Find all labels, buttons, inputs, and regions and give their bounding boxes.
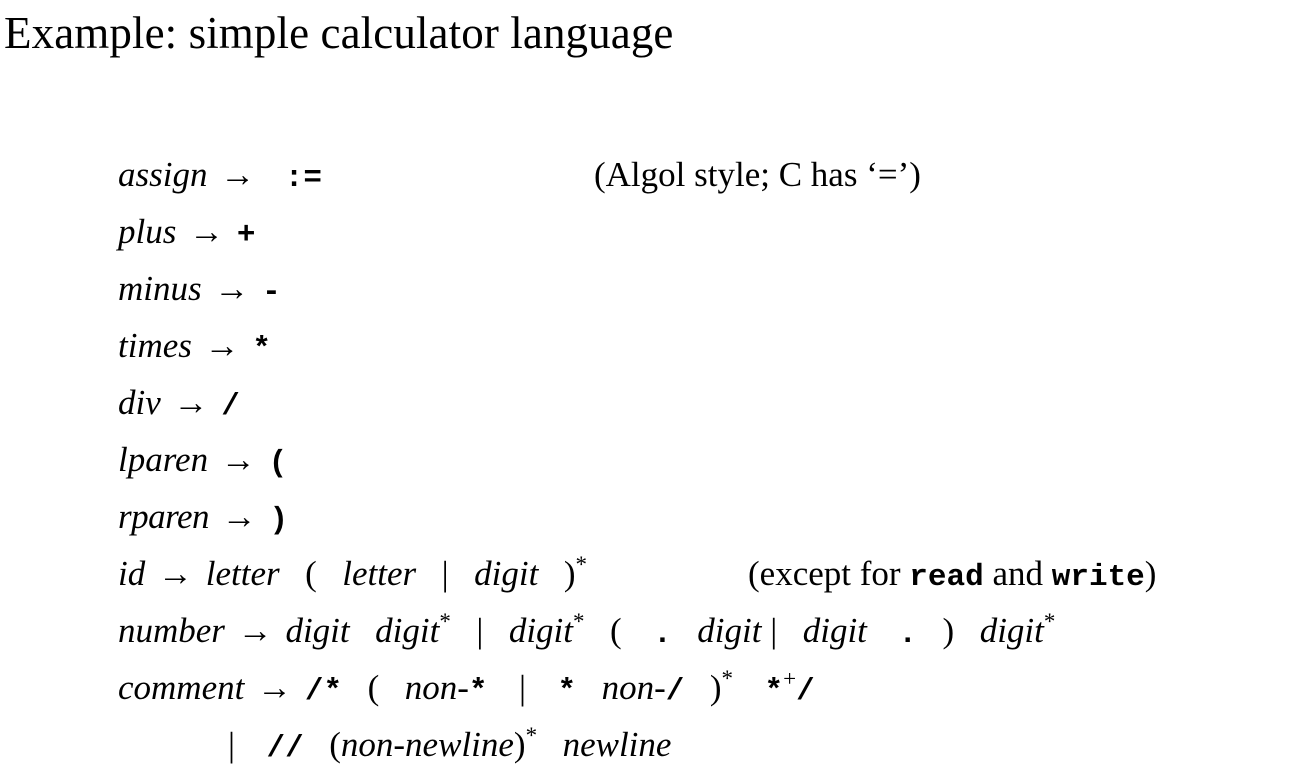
- meta-rparen: ): [513, 725, 526, 764]
- meta-alternation: |: [441, 554, 449, 593]
- nonterminal-lparen: lparen: [118, 440, 209, 479]
- annotation-text: and: [983, 554, 1052, 593]
- nonterminal-rparen: rparen: [118, 497, 209, 536]
- meta-alternation: |: [519, 668, 527, 707]
- terminal-lparen: (: [268, 446, 288, 481]
- nonterminal-newline: newline: [562, 725, 672, 764]
- nonterminal-plus: plus: [118, 212, 177, 251]
- nonterminal-minus: minus: [118, 269, 202, 308]
- arrow-icon: →: [237, 611, 273, 650]
- nonterminal-non-star: non-: [404, 668, 469, 707]
- meta-rparen: ): [942, 611, 955, 650]
- grammar-rule-plus: plus → +: [118, 203, 1313, 260]
- grammar-rule-times: times → *: [118, 317, 1313, 374]
- grammar-rule-comment-continuation: | // (non-newline)* newline: [118, 716, 1313, 773]
- terminal-div: /: [221, 389, 240, 424]
- nonterminal-digit: digit: [508, 611, 574, 650]
- nonterminal-non-newline: non-newline: [340, 725, 514, 764]
- arrow-icon: →: [221, 497, 257, 536]
- terminal-times: *: [252, 332, 271, 367]
- nonterminal-id: id: [118, 554, 146, 593]
- annotation-open-paren: (: [748, 554, 760, 593]
- grammar-rule-number: number → digit digit* | digit* ( . digit…: [118, 602, 1313, 659]
- kleene-star-superscript: *: [439, 609, 451, 634]
- grammar-block: assign → := plus → + minus → - times → *: [118, 146, 1313, 773]
- nonterminal-digit: digit: [474, 554, 539, 593]
- grammar-rule-rparen: rparen → ): [118, 488, 1313, 545]
- arrow-icon: →: [214, 269, 250, 308]
- kleene-star-superscript: *: [575, 552, 588, 577]
- nonterminal-digit: digit: [697, 611, 762, 650]
- terminal-comment-open: /*: [304, 674, 343, 709]
- meta-lparen: (: [329, 725, 341, 764]
- arrow-icon: →: [157, 554, 193, 593]
- arrow-icon: →: [220, 155, 256, 194]
- terminal-dot: .: [653, 617, 672, 652]
- arrow-icon: →: [189, 212, 225, 251]
- kleene-star-superscript: *: [1043, 609, 1056, 634]
- arrow-icon: →: [220, 440, 256, 479]
- grammar-rule-lparen: lparen → (: [118, 431, 1313, 488]
- annotation-close-paren: ): [1144, 554, 1157, 593]
- page-title: Example: simple calculator language: [4, 8, 674, 58]
- nonterminal-digit: digit: [979, 611, 1044, 650]
- arrow-icon: →: [173, 383, 209, 422]
- meta-alternation: |: [770, 611, 778, 650]
- nonterminal-letter: letter: [205, 554, 280, 593]
- terminal-dot: .: [898, 617, 918, 652]
- nonterminal-digit: digit: [375, 611, 440, 650]
- grammar-rule-div: div → /: [118, 374, 1313, 431]
- nonterminal-letter: letter: [342, 554, 417, 593]
- terminal-star: *: [764, 674, 784, 709]
- nonterminal-times: times: [118, 326, 192, 365]
- meta-alternation: |: [228, 725, 236, 764]
- keyword-write: write: [1051, 560, 1145, 595]
- meta-lparen: (: [305, 554, 317, 593]
- terminal-minus: -: [262, 275, 281, 310]
- terminal-plus: +: [236, 218, 256, 253]
- nonterminal-assign: assign: [118, 155, 208, 194]
- nonterminal-digit: digit: [802, 611, 867, 650]
- grammar-rule-comment: comment → /* ( non-* | * non-/ )* *+/: [118, 659, 1313, 716]
- nonterminal-div: div: [118, 383, 161, 422]
- grammar-rule-minus: minus → -: [118, 260, 1313, 317]
- nonterminal-comment: comment: [118, 668, 245, 707]
- annotation-id: (except for read and write): [748, 545, 1156, 606]
- arrow-icon: →: [257, 668, 293, 707]
- kleene-plus-superscript: +: [783, 666, 797, 691]
- meta-alternation: |: [476, 611, 484, 650]
- annotation-text: Algol style; C has: [605, 155, 867, 194]
- nonterminal-digit: digit: [285, 611, 350, 650]
- annotation-open-paren: (: [594, 155, 606, 194]
- nonterminal-non-slash: non-: [601, 668, 666, 707]
- annotation-quoted-equals: ‘=’: [866, 155, 910, 194]
- keyword-read: read: [909, 560, 984, 595]
- meta-lparen: (: [610, 611, 622, 650]
- nonterminal-number: number: [118, 611, 225, 650]
- terminal-line-comment-open: //: [266, 731, 304, 766]
- meta-rparen: ): [563, 554, 576, 593]
- annotation-text: except for: [759, 554, 910, 593]
- terminal-star: *: [557, 674, 577, 709]
- terminal-star: *: [468, 674, 488, 709]
- kleene-star-superscript: *: [573, 609, 585, 634]
- kleene-star-superscript: *: [721, 666, 734, 691]
- arrow-icon: →: [204, 326, 240, 365]
- kleene-star-superscript: *: [525, 723, 538, 748]
- meta-rparen: ): [709, 668, 722, 707]
- terminal-slash: /: [665, 674, 685, 709]
- annotation-assign: (Algol style; C has ‘=’): [594, 146, 921, 203]
- annotation-close-paren: ): [909, 155, 921, 194]
- meta-lparen: (: [367, 668, 380, 707]
- terminal-slash: /: [796, 674, 815, 709]
- terminal-assign: :=: [284, 161, 322, 196]
- terminal-rparen: ): [269, 503, 289, 538]
